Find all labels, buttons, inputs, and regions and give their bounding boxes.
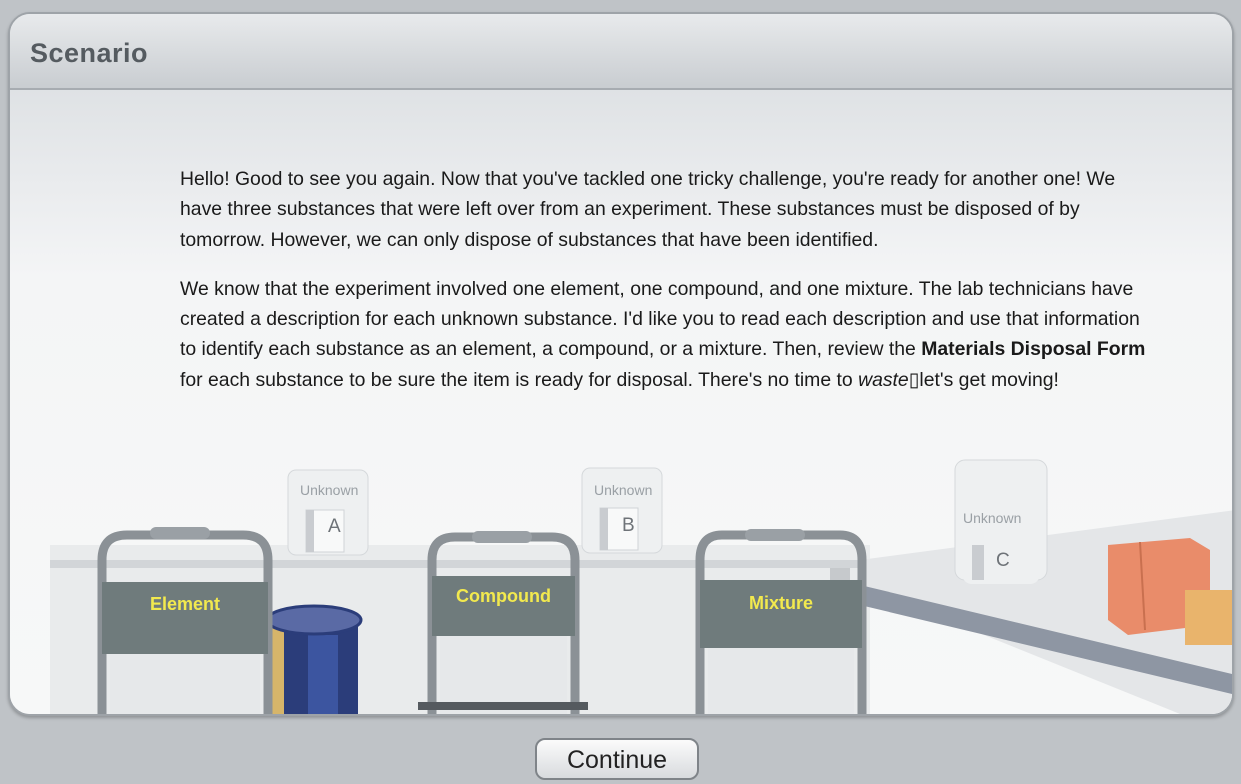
continue-button[interactable]: Continue — [535, 738, 699, 780]
cart-label-mixture: Mixture — [748, 593, 813, 613]
jar-b — [581, 467, 663, 554]
jar-b-letter: B — [622, 515, 635, 536]
instructions-text-end: let's get moving! — [919, 368, 1059, 391]
box-small — [1185, 590, 1232, 645]
jar-a-tag: Unknown — [300, 482, 359, 498]
cart-label-element: Element — [149, 594, 221, 614]
panel-title: Scenario — [30, 38, 149, 68]
footer-bar: Continue — [0, 716, 1241, 784]
scenario-text: Hello! Good to see you again. Now that y… — [180, 164, 1155, 414]
scenario-panel: Scenario Unknown A Unknown B Unknown C E… — [8, 12, 1234, 716]
jar-c-letter: C — [996, 550, 1010, 571]
missing-glyph: ▯ — [908, 368, 920, 391]
instructions-text-cont: for each substance to be sure the item i… — [180, 368, 859, 391]
cart-label-compound: Compound — [456, 586, 551, 606]
materials-disposal-form-ref: Materials Disposal Form — [921, 338, 1146, 361]
jar-c-tag: Unknown — [963, 510, 1022, 526]
blue-container — [265, 604, 363, 714]
emphasis-waste: waste — [858, 368, 909, 391]
paragraph-intro: Hello! Good to see you again. Now that y… — [180, 168, 1116, 251]
paragraph-instructions: We know that the experiment involved one… — [180, 274, 1155, 395]
jar-a-letter: A — [328, 516, 341, 537]
title-bar: Scenario — [10, 14, 1232, 90]
jar-b-tag: Unknown — [594, 482, 653, 498]
